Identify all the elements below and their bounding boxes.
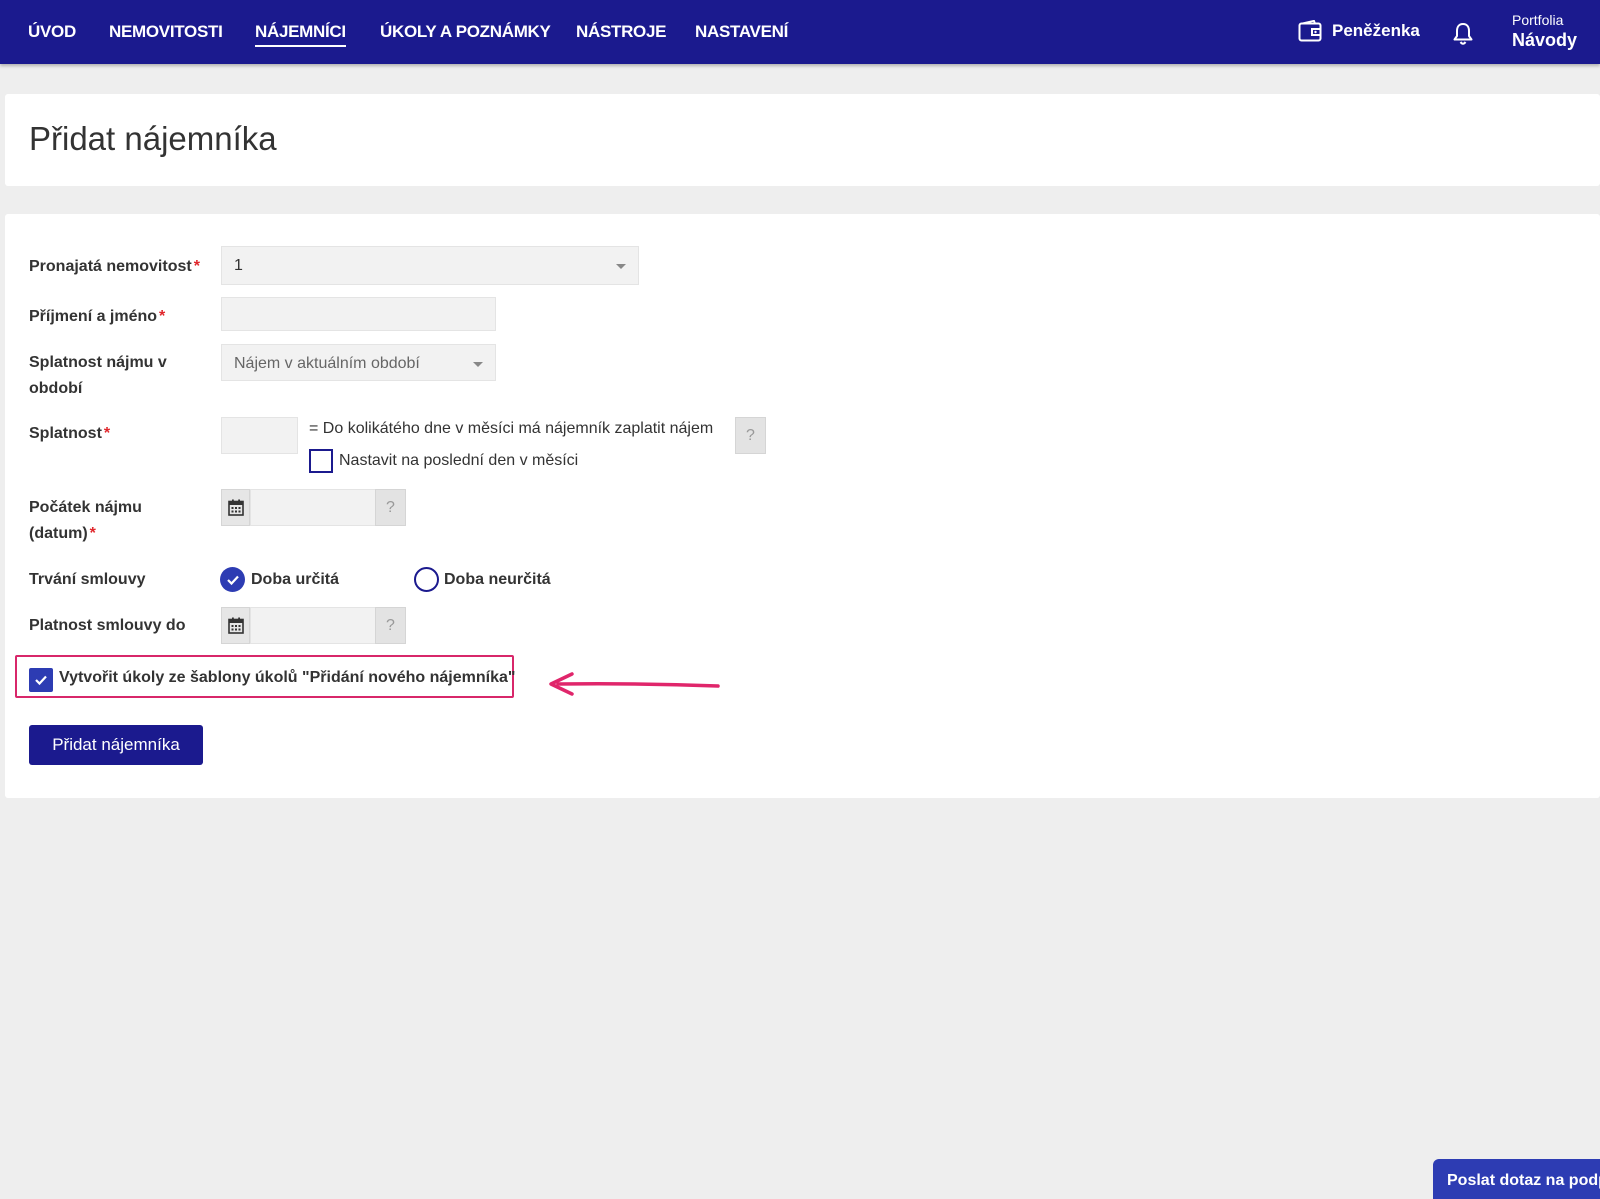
create-tasks-checkbox[interactable]: [29, 668, 53, 692]
nav-item-ukoly-a-poznamky[interactable]: ÚKOLY A POZNÁMKY: [380, 22, 551, 42]
portfolio-caption: Portfolia: [1512, 12, 1564, 28]
page-title: Přidat nájemníka: [29, 120, 277, 157]
chevron-down-icon: [616, 264, 626, 269]
due-period-select-value: Nájem v aktuálním období: [234, 355, 420, 372]
start-date-input[interactable]: [250, 489, 376, 526]
duration-fixed-label: Doba určitá: [251, 571, 340, 588]
name-input[interactable]: [221, 297, 496, 331]
duration-indefinite-radio[interactable]: [414, 567, 439, 592]
calendar-icon-button[interactable]: [221, 607, 250, 644]
add-tenant-button[interactable]: Přidat nájemníka: [29, 725, 203, 765]
start-date-label: Počátek nájmu (datum) *: [29, 499, 142, 542]
create-tasks-label: Vytvořit úkoly ze šablony úkolů "Přidání…: [59, 669, 516, 686]
required-mark: *: [159, 308, 166, 325]
nav-item-nastaveni[interactable]: NASTAVENÍ: [695, 22, 788, 42]
property-select[interactable]: 1: [221, 246, 639, 285]
last-day-label: Nastavit na poslední den v měsíci: [339, 452, 579, 469]
calendar-icon-button[interactable]: [221, 489, 250, 526]
annotation-arrow-icon: [549, 672, 720, 696]
property-select-value: 1: [234, 257, 243, 274]
required-mark: *: [89, 525, 96, 542]
nav-item-nastroje[interactable]: NÁSTROJE: [576, 22, 666, 42]
due-help-button[interactable]: ?: [735, 417, 766, 454]
property-label: Pronajatá nemovitost *: [29, 258, 200, 275]
bell-icon[interactable]: [1452, 22, 1474, 46]
due-hint: = Do kolikátého dne v měsíci má nájemník…: [309, 420, 714, 437]
last-day-checkbox[interactable]: [309, 449, 333, 473]
portfolio-name: Návody: [1512, 30, 1578, 50]
portfolio-switcher[interactable]: Portfolia Návody: [1512, 12, 1577, 51]
check-icon: [226, 575, 239, 585]
page-header-card: Přidat nájemníka: [5, 94, 1600, 186]
calendar-icon: [227, 617, 244, 634]
duration-label: Trvání smlouvy: [29, 571, 146, 588]
chevron-down-icon: [473, 362, 483, 367]
duration-fixed-radio[interactable]: [220, 567, 245, 592]
due-period-label: Splatnost nájmu v období: [29, 354, 167, 397]
valid-until-input[interactable]: [250, 607, 376, 644]
nav-item-najemnici[interactable]: NÁJEMNÍCI: [255, 22, 346, 47]
due-label: Splatnost *: [29, 425, 111, 442]
wallet-label: Peněženka: [1332, 21, 1420, 40]
check-icon: [35, 675, 47, 686]
wallet-link[interactable]: Peněženka: [1298, 20, 1420, 42]
wallet-icon: [1298, 20, 1322, 42]
due-period-select[interactable]: Nájem v aktuálním období: [221, 344, 496, 381]
support-button[interactable]: Poslat dotaz na podporu: [1433, 1159, 1600, 1199]
nav-item-nemovitosti[interactable]: NEMOVITOSTI: [109, 22, 223, 42]
required-mark: *: [193, 258, 200, 275]
top-navbar: ÚVOD NEMOVITOSTI NÁJEMNÍCI ÚKOLY A POZNÁ…: [0, 0, 1600, 64]
valid-until-label: Platnost smlouvy do: [29, 617, 186, 634]
calendar-icon: [227, 499, 244, 516]
name-label: Příjmení a jméno *: [29, 308, 166, 325]
required-mark: *: [103, 425, 111, 442]
nav-item-uvod[interactable]: ÚVOD: [28, 22, 76, 42]
start-date-help-button[interactable]: ?: [375, 489, 406, 526]
valid-until-help-button[interactable]: ?: [375, 607, 406, 644]
duration-indefinite-label: Doba neurčitá: [444, 571, 551, 588]
due-day-input[interactable]: [221, 417, 298, 454]
